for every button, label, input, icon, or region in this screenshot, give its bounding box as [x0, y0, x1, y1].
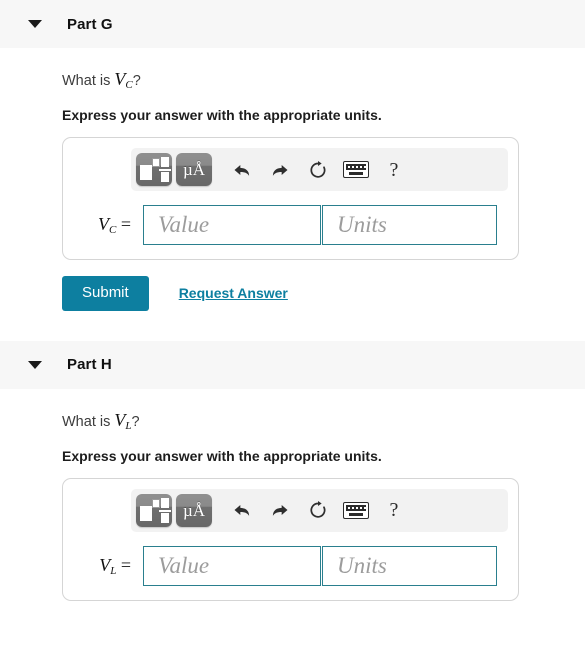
reset-icon[interactable] — [299, 160, 337, 180]
chevron-down-icon[interactable] — [28, 20, 42, 28]
part-h-title: Part H — [67, 356, 112, 374]
part-g-question: What is VC? — [62, 70, 585, 91]
chevron-down-icon[interactable] — [28, 360, 42, 369]
question-variable: VL — [114, 409, 132, 432]
help-icon[interactable]: ? — [375, 160, 413, 180]
part-g-body: What is VC? Express your answer with the… — [0, 70, 585, 311]
homework-part-panel: Part G What is VC? Express your answer w… — [0, 0, 585, 650]
part-g-value-input[interactable]: Value — [143, 205, 321, 246]
part-h-input-row: VL = Value Units — [63, 545, 518, 586]
units-placeholder: Units — [337, 552, 387, 578]
keyboard-icon[interactable] — [337, 501, 375, 519]
part-h-body: What is VL? Express your answer with the… — [0, 411, 585, 601]
part-g-section: Part G What is VC? Express your answer w… — [0, 0, 585, 311]
part-h-answer-box: µÅ ? VL = Value Units — [62, 477, 519, 601]
question-variable: VC — [114, 69, 133, 92]
part-g-answer-label: VC = — [98, 214, 131, 237]
value-placeholder: Value — [158, 552, 210, 578]
part-g-input-row: VC = Value Units — [63, 205, 518, 246]
question-subscript: C — [125, 79, 133, 92]
part-h-section: Part H What is VL? Express your answer w… — [0, 340, 585, 601]
part-g-instruction: Express your answer with the appropriate… — [62, 107, 382, 124]
help-icon[interactable]: ? — [375, 500, 413, 520]
keyboard-icon[interactable] — [337, 161, 375, 179]
part-h-toolbar: µÅ ? — [131, 488, 508, 532]
units-icon[interactable]: µÅ — [176, 493, 212, 527]
part-g-units-input[interactable]: Units — [322, 205, 497, 246]
value-placeholder: Value — [158, 212, 210, 238]
units-icon[interactable]: µÅ — [176, 153, 212, 187]
request-answer-link[interactable]: Request Answer — [179, 285, 288, 301]
part-h-value-input[interactable]: Value — [143, 545, 321, 586]
math-template-icon[interactable] — [136, 493, 172, 527]
part-h-answer-label: VL = — [99, 554, 131, 577]
redo-icon[interactable] — [261, 160, 299, 180]
part-g-answer-box: µÅ ? VC = Value Units — [62, 137, 519, 261]
part-g-title: Part G — [67, 15, 113, 33]
math-template-icon[interactable] — [136, 153, 172, 187]
question-prefix: What is — [62, 413, 115, 430]
part-g-header[interactable]: Part G — [0, 0, 585, 48]
undo-icon[interactable] — [223, 500, 261, 520]
question-suffix: ? — [131, 413, 140, 430]
part-h-header[interactable]: Part H — [0, 340, 585, 389]
undo-icon[interactable] — [223, 160, 261, 180]
units-placeholder: Units — [337, 212, 387, 238]
submit-button[interactable]: Submit — [62, 276, 149, 311]
part-h-units-input[interactable]: Units — [322, 545, 497, 586]
part-g-toolbar: µÅ ? — [131, 148, 508, 192]
reset-icon[interactable] — [299, 500, 337, 520]
part-h-instruction: Express your answer with the appropriate… — [62, 447, 382, 464]
redo-icon[interactable] — [261, 500, 299, 520]
part-g-actions: Submit Request Answer — [62, 276, 585, 311]
part-h-question: What is VL? — [62, 411, 585, 432]
question-suffix: ? — [132, 73, 141, 89]
question-prefix: What is — [62, 73, 115, 89]
